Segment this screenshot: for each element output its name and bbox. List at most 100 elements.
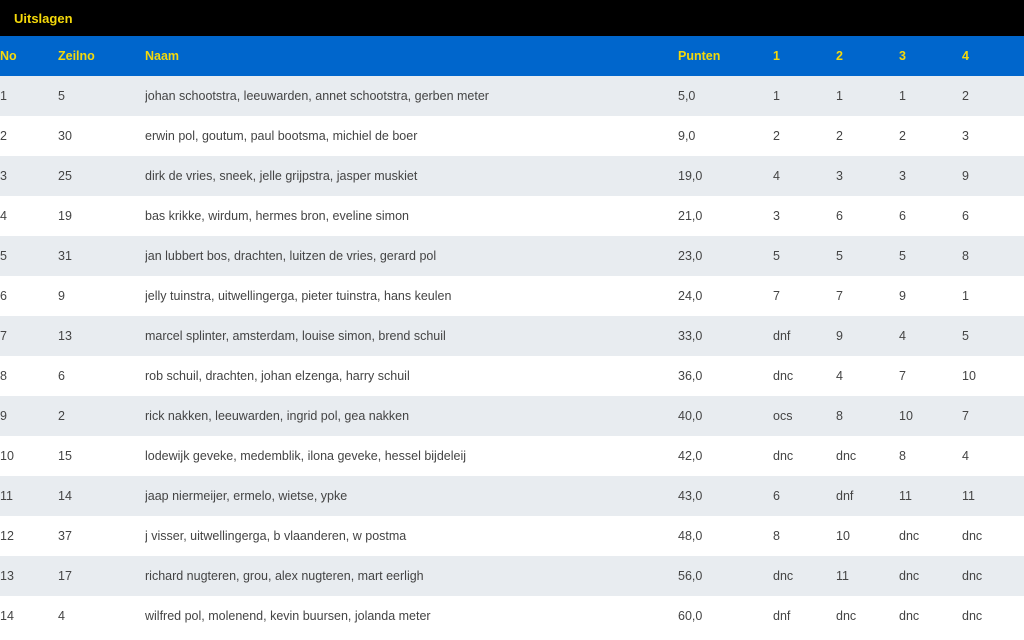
cell-race-2: 9 — [836, 329, 843, 343]
cell-race-3: 7 — [899, 369, 906, 383]
cell-punten: 9,0 — [678, 129, 696, 143]
cell-race-3: 2 — [899, 129, 906, 143]
cell-zeilno: 2 — [58, 409, 65, 423]
column-header-punten: Punten — [678, 49, 721, 63]
cell-zeilno: 5 — [58, 89, 65, 103]
cell-race-2: 2 — [836, 129, 843, 143]
table-row: 11 14 jaap niermeijer, ermelo, wietse, ypk… — [0, 476, 1024, 516]
table-row: 9 2 rick nakken, leeuwarden, ingrid pol, g… — [0, 396, 1024, 436]
cell-naam: jan lubbert bos, drachten, luitzen de vr… — [145, 249, 437, 263]
cell-race-1: dnf — [773, 609, 791, 623]
table-row: 8 6 rob schuil, drachten, johan elzenga, h… — [0, 356, 1024, 396]
cell-race-1: 5 — [773, 249, 780, 263]
cell-no: 13 — [0, 569, 14, 583]
column-header-race-4: 4 — [962, 49, 969, 63]
column-header-race-2: 2 — [836, 49, 843, 63]
cell-naam: richard nugteren, grou, alex nugteren, m… — [145, 569, 424, 583]
cell-race-2: 1 — [836, 89, 843, 103]
cell-no: 10 — [0, 449, 14, 463]
table-row: 3 25 dirk de vries, sneek, jelle grijpstra… — [0, 156, 1024, 196]
cell-race-4: 4 — [962, 449, 969, 463]
cell-zeilno: 6 — [58, 369, 65, 383]
cell-zeilno: 14 — [58, 489, 72, 503]
cell-naam: marcel splinter, amsterdam, louise simon… — [145, 329, 446, 343]
cell-race-1: ocs — [773, 409, 793, 423]
cell-no: 14 — [0, 609, 14, 623]
cell-naam: lodewijk geveke, medemblik, ilona geveke… — [145, 449, 467, 463]
cell-race-3: dnc — [899, 529, 920, 543]
cell-race-3: 9 — [899, 289, 906, 303]
cell-race-1: 4 — [773, 169, 780, 183]
cell-no: 3 — [0, 169, 7, 183]
cell-no: 12 — [0, 529, 14, 543]
cell-punten: 21,0 — [678, 209, 703, 223]
column-header-zeilno: Zeilno — [58, 49, 95, 63]
cell-race-2: 4 — [836, 369, 843, 383]
cell-race-2: 5 — [836, 249, 843, 263]
cell-race-2: 6 — [836, 209, 843, 223]
cell-race-3: dnc — [899, 609, 920, 623]
cell-no: 7 — [0, 329, 7, 343]
cell-naam: rob schuil, drachten, johan elzenga, har… — [145, 369, 410, 383]
cell-race-1: dnc — [773, 449, 794, 463]
cell-naam: j visser, uitwellingerga, b vlaanderen, … — [145, 529, 407, 543]
cell-race-1: dnc — [773, 369, 794, 383]
cell-naam: erwin pol, goutum, paul bootsma, michiel… — [145, 129, 418, 143]
cell-race-1: dnf — [773, 329, 791, 343]
cell-race-3: 6 — [899, 209, 906, 223]
column-header-naam: Naam — [145, 49, 180, 63]
cell-punten: 56,0 — [678, 569, 703, 583]
cell-no: 11 — [0, 489, 13, 503]
cell-punten: 42,0 — [678, 449, 703, 463]
cell-race-2: 3 — [836, 169, 843, 183]
table-row: 4 19 bas krikke, wirdum, hermes bron, evel… — [0, 196, 1024, 236]
cell-race-4: dnc — [962, 569, 983, 583]
cell-race-3: 3 — [899, 169, 906, 183]
cell-race-1: 8 — [773, 529, 780, 543]
column-header-no: No — [0, 49, 17, 63]
cell-race-2: 8 — [836, 409, 843, 423]
cell-punten: 48,0 — [678, 529, 703, 543]
table-row: 6 9 jelly tuinstra, uitwellingerga, pieter… — [0, 276, 1024, 316]
cell-naam: bas krikke, wirdum, hermes bron, eveline… — [145, 209, 409, 223]
page-title: Uitslagen — [14, 10, 73, 26]
cell-zeilno: 17 — [58, 569, 72, 583]
table-row: 7 13 marcel splinter, amsterdam, louise si… — [0, 316, 1024, 356]
cell-punten: 19,0 — [678, 169, 703, 183]
cell-race-4: 3 — [962, 129, 969, 143]
cell-no: 8 — [0, 369, 7, 383]
cell-race-1: dnc — [773, 569, 794, 583]
cell-punten: 43,0 — [678, 489, 703, 503]
cell-race-4: 7 — [962, 409, 969, 423]
cell-race-4: 10 — [962, 369, 976, 383]
cell-zeilno: 4 — [58, 609, 65, 623]
cell-zeilno: 13 — [58, 329, 72, 343]
cell-no: 2 — [0, 129, 7, 143]
table-row: 13 17 richard nugteren, grou, alex nugtere… — [0, 556, 1024, 596]
table-header-row: No Zeilno Naam Punten 1 2 3 4 — [0, 36, 1024, 76]
cell-punten: 36,0 — [678, 369, 703, 383]
cell-zeilno: 30 — [58, 129, 72, 143]
table-row: 2 30 erwin pol, goutum, paul bootsma, mich… — [0, 116, 1024, 156]
results-table-body: 1 5 johan schootstra, leeuwarden, annet sc… — [0, 76, 1024, 636]
cell-punten: 40,0 — [678, 409, 703, 423]
cell-race-4: dnc — [962, 529, 983, 543]
cell-punten: 33,0 — [678, 329, 703, 343]
cell-race-4: 2 — [962, 89, 969, 103]
cell-race-3: 4 — [899, 329, 906, 343]
cell-race-2: 7 — [836, 289, 843, 303]
cell-race-4: 9 — [962, 169, 969, 183]
cell-zeilno: 25 — [58, 169, 72, 183]
cell-zeilno: 37 — [58, 529, 72, 543]
cell-punten: 23,0 — [678, 249, 703, 263]
cell-race-1: 2 — [773, 129, 780, 143]
cell-race-4: 11 — [962, 489, 975, 503]
cell-race-1: 3 — [773, 209, 780, 223]
cell-race-4: 8 — [962, 249, 969, 263]
cell-zeilno: 15 — [58, 449, 72, 463]
cell-race-2: dnc — [836, 449, 857, 463]
cell-race-3: 1 — [899, 89, 906, 103]
cell-race-1: 6 — [773, 489, 780, 503]
cell-race-3: 8 — [899, 449, 906, 463]
cell-no: 5 — [0, 249, 7, 263]
